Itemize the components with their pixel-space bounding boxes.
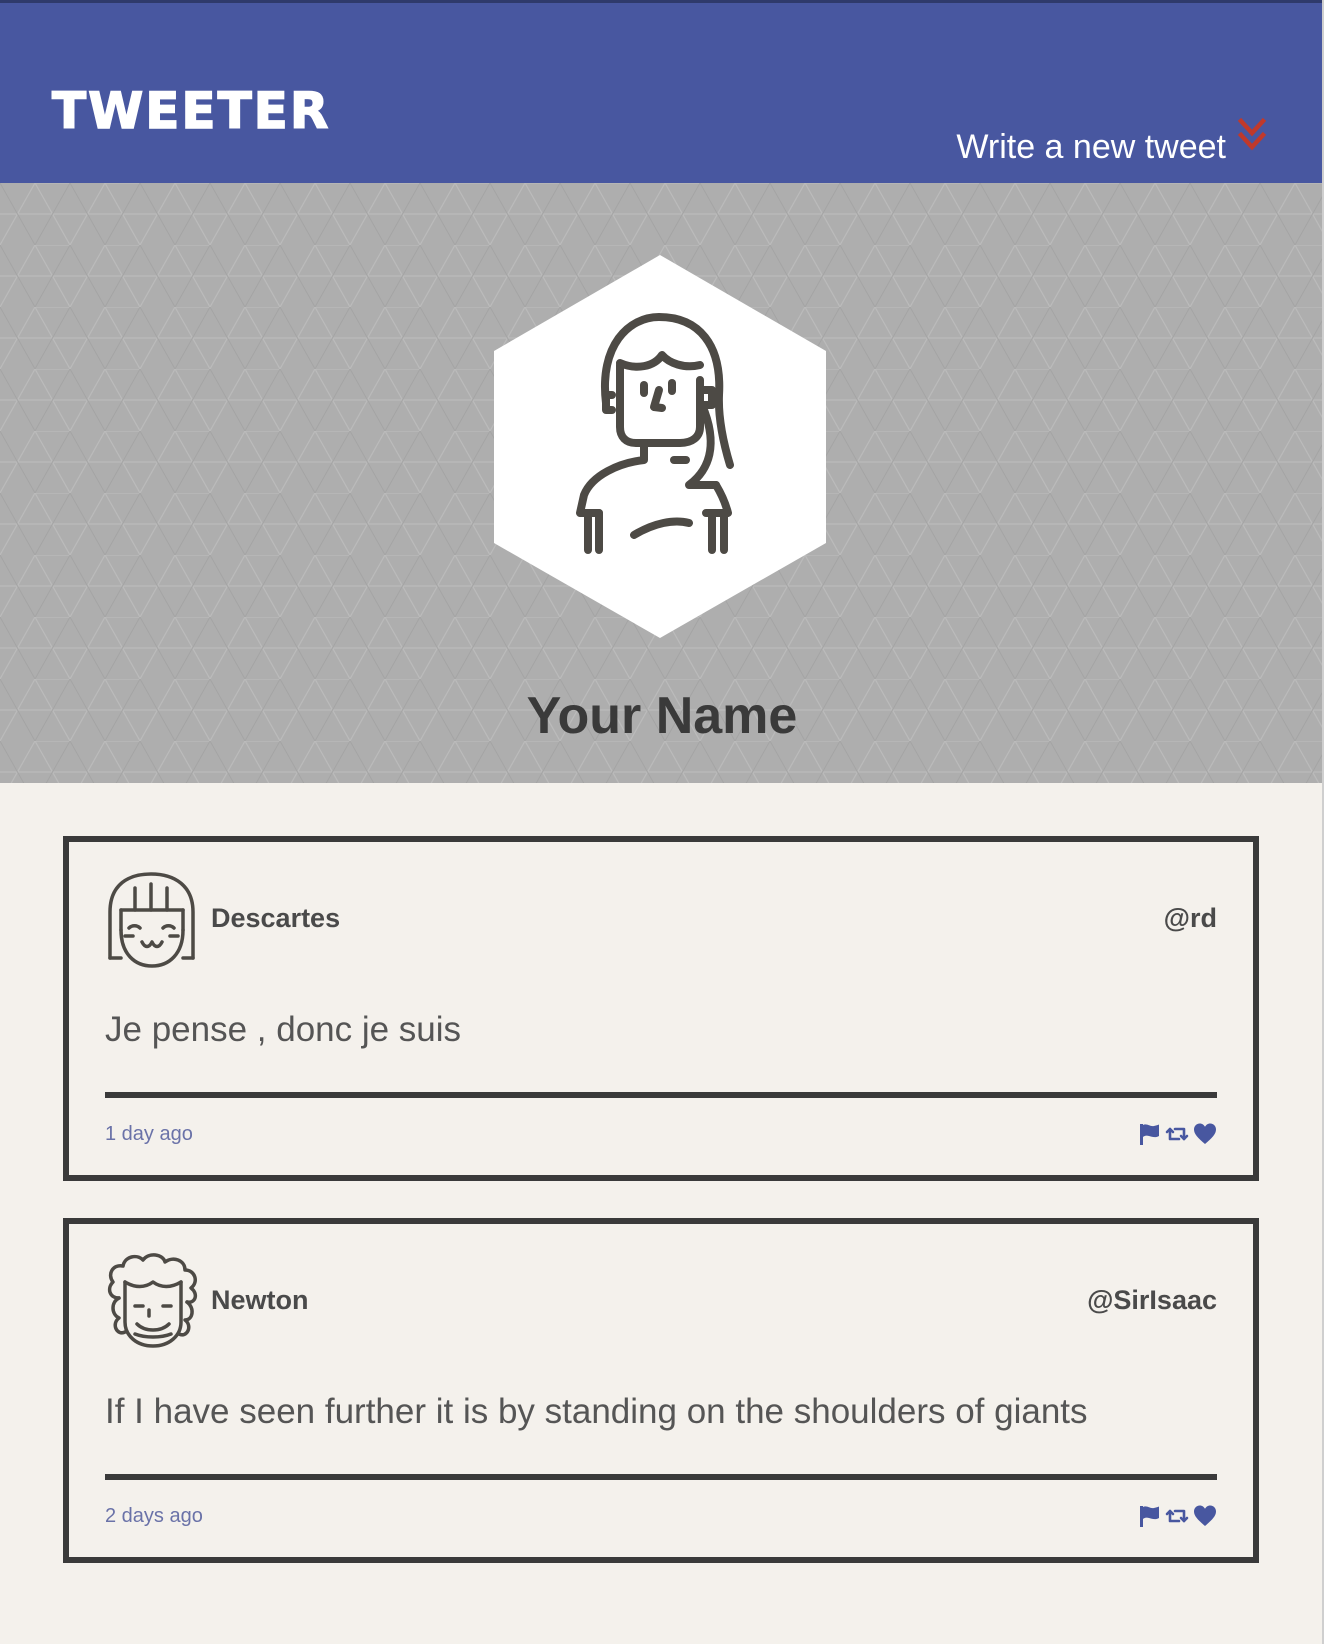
profile-banner: Your Name	[0, 183, 1324, 783]
tweet-handle[interactable]: @SirIsaac	[1087, 1282, 1217, 1318]
newton-avatar-icon	[107, 1253, 198, 1348]
tweet-header: Newton @SirIsaac	[105, 1252, 1217, 1352]
tweet-card: Newton @SirIsaac If I have seen further …	[63, 1218, 1259, 1563]
heart-icon[interactable]	[1193, 1122, 1217, 1146]
tweet-author[interactable]: Descartes	[211, 900, 340, 936]
tweet-handle[interactable]: @rd	[1164, 900, 1217, 936]
compose-toggle-button[interactable]: Write a new tweet	[956, 117, 1268, 167]
retweet-icon[interactable]	[1165, 1504, 1189, 1528]
tweet-actions	[1137, 1122, 1217, 1146]
user-avatar-icon	[494, 255, 826, 638]
heart-icon[interactable]	[1193, 1504, 1217, 1528]
tweet-text: If I have seen further it is by standing…	[105, 1392, 1088, 1431]
flag-icon[interactable]	[1137, 1504, 1161, 1528]
profile-name: Your Name	[526, 687, 798, 745]
retweet-icon[interactable]	[1165, 1122, 1189, 1146]
tweet-timestamp: 2 days ago	[105, 1505, 203, 1527]
descartes-avatar-icon	[108, 872, 195, 968]
tweet-timestamp: 1 day ago	[105, 1123, 193, 1145]
tweet-divider	[105, 1474, 1217, 1480]
nav-bar: TWEETER Write a new tweet	[0, 0, 1324, 183]
tweet-text: Je pense , donc je suis	[105, 1010, 462, 1049]
tweet-actions	[1137, 1504, 1217, 1528]
tweet-card: Descartes @rd Je pense , donc je suis 1 …	[63, 836, 1259, 1181]
tweet-divider	[105, 1092, 1217, 1098]
page: TWEETER Write a new tweet Your Name Desc…	[0, 0, 1324, 1644]
brand-logo[interactable]: TWEETER	[51, 81, 330, 141]
compose-toggle-label: Write a new tweet	[956, 128, 1226, 166]
flag-icon[interactable]	[1137, 1122, 1161, 1146]
double-chevron-down-icon	[1237, 117, 1267, 151]
tweets-container: Descartes @rd Je pense , donc je suis 1 …	[63, 836, 1259, 1600]
tweet-header: Descartes @rd	[105, 870, 1217, 970]
tweet-author[interactable]: Newton	[211, 1282, 309, 1318]
